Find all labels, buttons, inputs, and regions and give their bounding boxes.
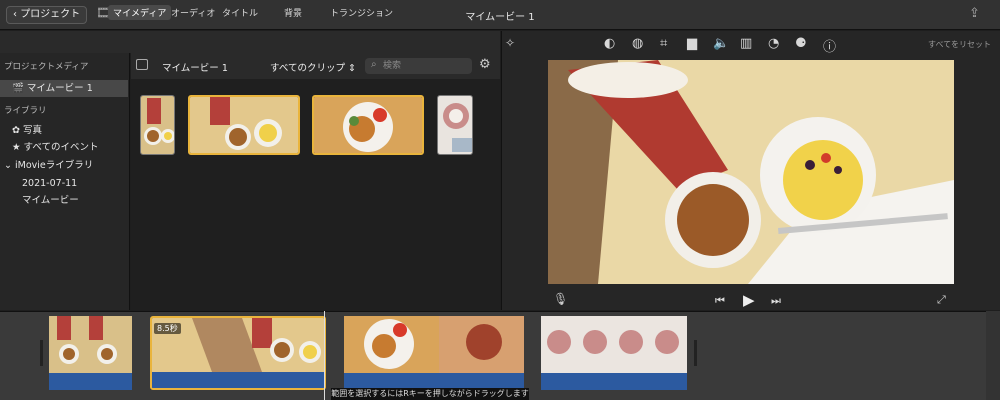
timeline-clip-4[interactable] [541,316,687,390]
search-input[interactable]: 検索 [365,58,472,74]
clip-filmstrip [49,316,132,390]
clip-thumbnail [314,97,422,153]
magic-wand-icon[interactable]: ✧ [505,36,515,50]
browser-clip-4[interactable] [437,95,473,155]
timeline-scrollbar[interactable] [986,311,1000,400]
sidebar-item-project[interactable]: 🎬 マイムービー 1 [0,80,128,97]
timeline-clip-1[interactable] [49,316,132,390]
search-icon: ⌕ [371,59,377,70]
sidebar-toggle-icon[interactable] [136,59,148,70]
share-icon[interactable]: ⇪ [969,6,980,21]
browser-clip-2[interactable] [188,95,300,155]
sidebar-item-event-date[interactable]: 2021-07-11 [0,175,128,192]
project-media-header: プロジェクトメディア [4,62,89,72]
sidebar-item-my-movie[interactable]: マイムービー [0,192,128,209]
tab-backgrounds[interactable]: 背景 [279,5,307,20]
clip-filmstrip [541,316,687,390]
photos-icon: ✿ [12,125,23,136]
clip-filmstrip [344,316,524,390]
timeline-hint-tooltip: 範囲を選択するにはRキーを押しながらドラッグします [331,388,529,400]
play-icon[interactable]: ▶ [743,291,755,309]
browser-clip-1[interactable] [140,95,175,155]
equalizer-icon[interactable]: ▥ [740,36,752,51]
clip-duration-badge: 8.5秒 [154,323,181,334]
browser-clip-3[interactable] [312,95,424,155]
microphone-icon[interactable]: 🎙 [553,292,568,306]
clip-filter-dropdown[interactable]: すべてのクリップ ⇕ [270,60,356,74]
crop-icon[interactable]: ⌗ [660,36,667,51]
info-icon[interactable]: ⓘ [823,36,836,55]
stabilization-camera-icon[interactable]: ▆ [687,36,697,51]
timeline-clip-3[interactable] [344,316,524,390]
browser-project-name: マイムービー 1 [162,63,228,74]
media-browser [131,53,500,310]
library-header: ライブラリ [4,106,47,116]
color-balance-icon[interactable]: ◐ [604,36,615,51]
tab-audio[interactable]: オーディオ [166,5,220,20]
sidebar-item-imovie-library[interactable]: ⌄ iMovieライブラリ [0,157,128,174]
clip-thumbnail [438,96,472,154]
clip-thumbnail [190,97,298,153]
sidebar-item-photos[interactable]: ✿ 写真 [0,122,128,139]
tab-my-media[interactable]: マイメディア [108,5,172,20]
color-palette-icon[interactable]: ◍ [632,36,643,51]
tab-transitions[interactable]: トランジション [325,5,398,20]
chevron-down-icon: ⌄ [4,160,15,171]
preview-frame [548,60,954,284]
clapper-icon: 🎬 [12,83,27,94]
reset-all-button[interactable]: すべてをリセット [928,39,991,50]
skip-back-icon[interactable]: ⏮ [715,294,725,308]
tab-titles[interactable]: タイトル [217,5,263,20]
filters-icon[interactable]: ⚈ [795,36,807,51]
fullscreen-icon[interactable]: ⤢ [937,293,946,307]
speed-gauge-icon[interactable]: ◔ [768,36,779,51]
star-icon: ★ [12,142,24,153]
volume-icon[interactable]: 🔈 [713,36,729,51]
skip-forward-icon[interactable]: ⏭ [771,294,781,308]
timeline-end-marker [694,340,697,366]
gear-icon[interactable]: ⚙ [479,57,491,72]
clip-thumbnail [141,96,174,154]
media-tabs-bar [0,31,500,53]
playhead[interactable] [324,311,325,400]
up-down-chevron-icon: ⇕ [344,63,356,74]
video-preview [548,60,954,284]
timeline-start-marker [40,340,43,366]
sidebar-item-all-events[interactable]: ★ すべてのイベント [0,139,128,156]
